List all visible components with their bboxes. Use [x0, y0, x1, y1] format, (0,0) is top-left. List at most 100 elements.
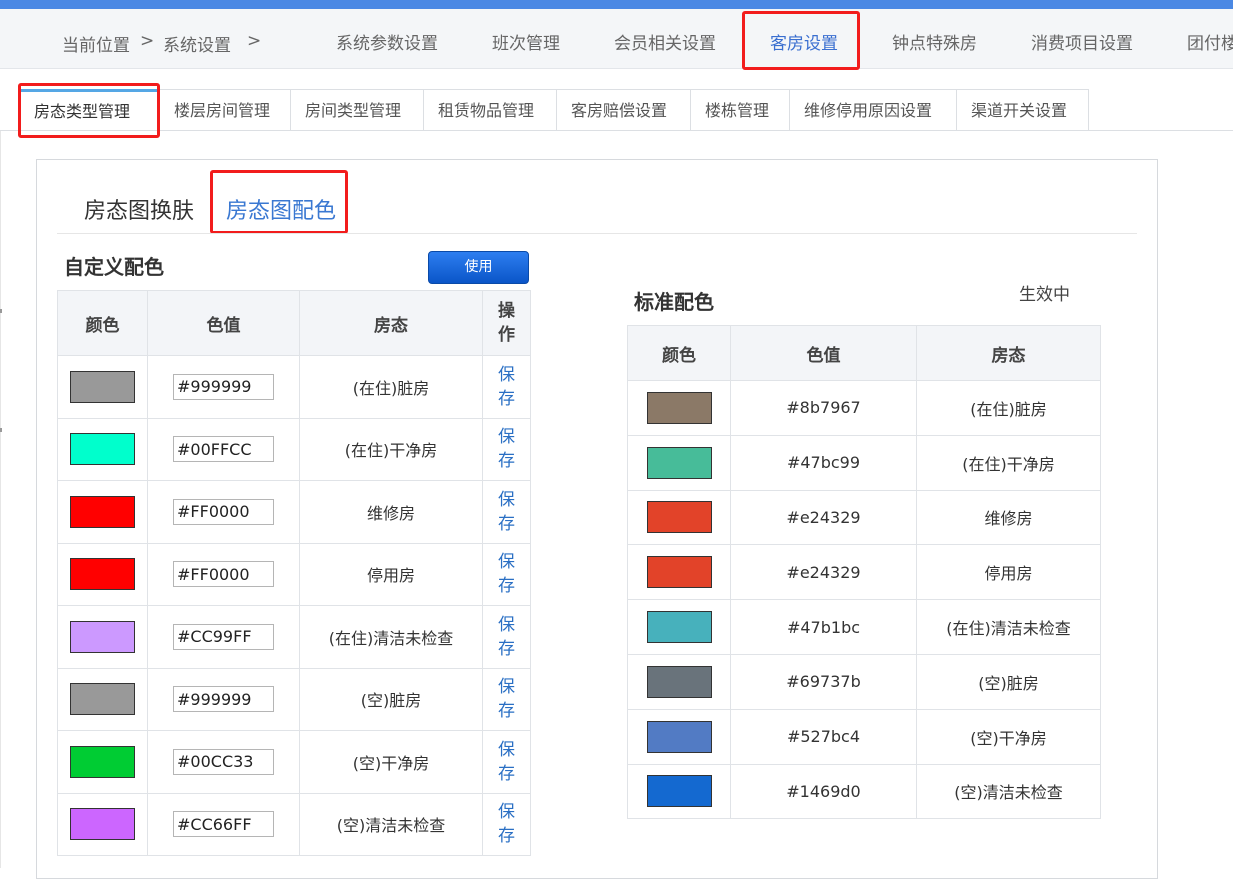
sub-tab-channel-switch[interactable]: 渠道开关设置	[957, 89, 1089, 131]
sub-tab-floor-rooms[interactable]: 楼层房间管理	[160, 89, 291, 131]
custom-color-table: 颜色 色值 房态 操作 (在住)脏房保存(在住)干净房保存维修房保存停用房保存(…	[57, 290, 531, 856]
sub-tab-rental-items[interactable]: 租赁物品管理	[424, 89, 557, 131]
panel-tab-color-scheme[interactable]: 房态图配色	[226, 193, 336, 225]
color-cell	[627, 763, 731, 820]
op-cell: 保存	[482, 355, 531, 419]
table-row: #69737b (空)脏房	[627, 653, 1101, 710]
status-active: 生效中	[1019, 285, 1070, 305]
header-op: 操作	[482, 290, 531, 356]
save-link[interactable]: 保存	[497, 363, 517, 411]
value-cell	[147, 792, 300, 856]
color-value-input[interactable]	[173, 748, 274, 775]
header-state: 房态	[299, 290, 483, 356]
color-cell	[627, 489, 731, 546]
left-edge-tick	[0, 428, 2, 432]
nav-tab-consumption-items[interactable]: 消费项目设置	[1031, 29, 1133, 54]
header-op-label: 操作	[498, 301, 515, 345]
color-swatch[interactable]	[70, 495, 135, 528]
header-value: 色值	[730, 325, 917, 381]
value-cell: #69737b	[730, 653, 917, 710]
color-value-input[interactable]	[173, 498, 274, 525]
nav-tab-room-settings[interactable]: 客房设置	[770, 29, 838, 54]
color-value-input[interactable]	[173, 686, 274, 713]
breadcrumb-system-settings[interactable]: 系统设置	[163, 31, 231, 56]
table-row: #e24329 停用房	[627, 544, 1101, 601]
color-cell	[627, 434, 731, 491]
save-link[interactable]: 保存	[497, 550, 517, 598]
color-swatch	[646, 446, 712, 479]
color-swatch[interactable]	[70, 370, 135, 403]
state-cell: (空)干净房	[299, 730, 483, 794]
value-cell: #47b1bc	[730, 599, 917, 655]
header-color: 颜色	[57, 290, 148, 356]
nav-tab-group-payment[interactable]: 团付楼	[1187, 29, 1233, 54]
state-cell: (在住)清洁未检查	[916, 599, 1101, 655]
table-row: #527bc4 (空)干净房	[627, 708, 1101, 765]
save-link[interactable]: 保存	[497, 425, 517, 473]
color-swatch	[646, 665, 712, 698]
panel-tab-divider	[57, 233, 1137, 234]
table-row: (在住)干净房保存	[57, 417, 531, 481]
table-row: #8b7967 (在住)脏房	[627, 380, 1101, 436]
breadcrumb-separator: >	[140, 31, 155, 51]
color-value-input[interactable]	[173, 811, 274, 838]
color-value-input[interactable]	[173, 623, 274, 650]
sub-tab-room-status-types[interactable]: 房态类型管理	[20, 89, 160, 131]
panel-tab-skin[interactable]: 房态图换肤	[84, 193, 194, 225]
save-link[interactable]: 保存	[497, 488, 517, 536]
nav-tab-hourly-rooms[interactable]: 钟点特殊房	[892, 29, 977, 54]
color-swatch[interactable]	[70, 745, 135, 778]
color-cell	[57, 542, 148, 606]
op-cell: 保存	[482, 605, 531, 669]
color-value-input[interactable]	[173, 436, 274, 463]
nav-tab-system-params[interactable]: 系统参数设置	[336, 29, 438, 54]
nav-tab-shift-management[interactable]: 班次管理	[492, 29, 560, 54]
save-link[interactable]: 保存	[497, 613, 517, 661]
save-link[interactable]: 保存	[497, 800, 517, 848]
color-cell	[57, 730, 148, 794]
value-cell	[147, 355, 300, 419]
header-value: 色值	[147, 290, 300, 356]
color-value-input[interactable]	[173, 373, 274, 400]
sub-tab-building-management[interactable]: 楼栋管理	[691, 89, 790, 131]
op-cell: 保存	[482, 417, 531, 481]
value-cell	[147, 605, 300, 669]
color-swatch	[646, 556, 712, 589]
op-cell: 保存	[482, 792, 531, 856]
state-cell: 停用房	[299, 542, 483, 606]
color-swatch[interactable]	[70, 620, 135, 653]
table-row: #1469d0 (空)清洁未检查	[627, 763, 1101, 820]
sub-tab-maintenance-reasons[interactable]: 维修停用原因设置	[790, 89, 957, 131]
state-cell: (在住)干净房	[916, 434, 1101, 491]
table-row: #47b1bc (在住)清洁未检查	[627, 599, 1101, 655]
save-link[interactable]: 保存	[497, 738, 517, 786]
state-cell: (空)清洁未检查	[916, 763, 1101, 820]
color-cell	[627, 653, 731, 710]
value-cell: #e24329	[730, 489, 917, 546]
color-swatch[interactable]	[70, 558, 135, 591]
standard-color-table: 颜色 色值 房态 #8b7967 (在住)脏房 #47bc99 (在住)干净房 #e24…	[627, 325, 1101, 820]
nav-tab-member-settings[interactable]: 会员相关设置	[614, 29, 716, 54]
color-cell	[57, 667, 148, 731]
color-cell	[627, 544, 731, 601]
color-swatch[interactable]	[70, 683, 135, 716]
op-cell: 保存	[482, 730, 531, 794]
table-header-row: 颜色 色值 房态 操作	[57, 290, 531, 356]
sub-tab-room-compensation[interactable]: 客房赔偿设置	[557, 89, 691, 131]
save-link[interactable]: 保存	[497, 675, 517, 723]
top-navigation-bar: 当前位置 > 系统设置 > 系统参数设置 班次管理 会员相关设置 客房设置 钟点…	[0, 9, 1233, 69]
value-cell	[147, 730, 300, 794]
color-swatch[interactable]	[70, 808, 135, 841]
color-swatch[interactable]	[70, 433, 135, 466]
use-button[interactable]: 使用	[428, 251, 529, 284]
left-edge-tick	[0, 309, 2, 313]
table-row: (空)清洁未检查保存	[57, 792, 531, 856]
color-swatch	[646, 611, 712, 644]
value-cell	[147, 542, 300, 606]
color-swatch	[646, 391, 712, 424]
value-cell	[147, 667, 300, 731]
state-cell: 停用房	[916, 544, 1101, 601]
sub-tab-room-types[interactable]: 房间类型管理	[291, 89, 424, 131]
table-header-row: 颜色 色值 房态	[627, 325, 1101, 381]
color-value-input[interactable]	[173, 561, 274, 588]
